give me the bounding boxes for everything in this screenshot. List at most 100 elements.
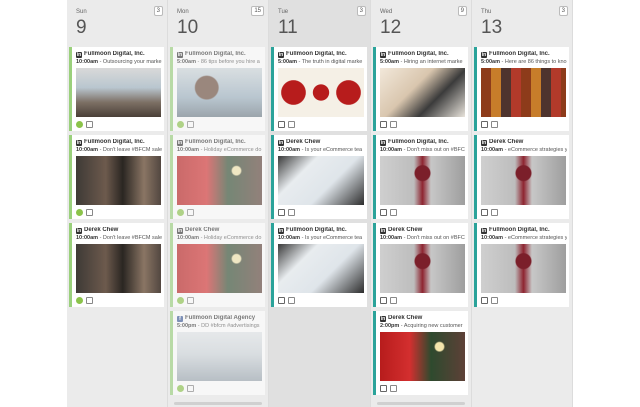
post-time: 10:00am [76, 59, 99, 65]
post-time: 10:00am [278, 235, 301, 241]
day-number: 10 [177, 17, 199, 38]
post-card[interactable]: in Fullmoon Digital, Inc. 10:00am - Is you… [271, 223, 367, 307]
account-name: Derek Chew [286, 139, 321, 145]
post-card[interactable]: in Fullmoon Digital, Inc. 10:00am - Holida… [170, 135, 265, 219]
post-count-badge[interactable]: 3 [153, 6, 163, 16]
image-icon [86, 209, 93, 216]
analytics-laptop-photo[interactable] [278, 156, 364, 205]
post-card[interactable]: in Fullmoon Digital, Inc. 5:00am - 86 tips… [170, 47, 265, 131]
account-name: Fullmoon Digital, Inc. [388, 139, 449, 145]
calendar-icon [278, 209, 285, 216]
monkeys-illustration[interactable] [278, 68, 364, 117]
day-header: Sun 9 3 [67, 0, 167, 44]
linkedin-icon: in [278, 228, 284, 234]
calendar-icon [481, 121, 488, 128]
post-card[interactable]: in Derek Chew 2:00pm - Acquiring new custo… [373, 311, 468, 395]
post-footer [177, 121, 194, 128]
post-text: - Holiday eCommerce do [200, 235, 262, 241]
post-card[interactable]: in Fullmoon Digital, Inc. 10:00am - Don't … [69, 135, 164, 219]
post-count-badge[interactable]: 15 [251, 6, 264, 16]
day-column-thu[interactable]: Thu 13 3 in Fullmoon Digital, Inc. 5:00am - H… [472, 0, 573, 407]
post-footer [380, 121, 397, 128]
post-card[interactable]: in Derek Chew 10:00am - Don't leave #BFCM … [69, 223, 164, 307]
post-preview: 10:00am - Holiday eCommerce do [177, 147, 263, 153]
day-column-mon[interactable]: Mon 10 15 in Fullmoon Digital, Inc. 5:00am - … [168, 0, 269, 407]
day-column-sun[interactable]: Sun 9 3 in Fullmoon Digital, Inc. 10:00am - O… [67, 0, 168, 407]
post-list: in Fullmoon Digital, Inc. 5:00am - The tru… [271, 47, 367, 311]
analytics-laptop-photo[interactable] [278, 244, 364, 293]
post-text: - eCommerce strategies y [504, 235, 567, 241]
account-name: Fullmoon Digital, Inc. [185, 139, 246, 145]
post-card[interactable]: in Derek Chew 10:00am - eCommerce strategi… [474, 135, 569, 219]
image-icon [187, 121, 194, 128]
post-card[interactable]: in Fullmoon Digital, Inc. 10:00am - Don't … [373, 135, 468, 219]
holiday-gifts-photo[interactable] [177, 244, 262, 293]
linkedin-icon: in [481, 52, 487, 58]
post-list: in Fullmoon Digital, Inc. 10:00am - Outsou… [69, 47, 164, 311]
account-name: Derek Chew [185, 227, 220, 233]
post-account: in Fullmoon Digital, Inc. [278, 51, 365, 58]
post-count-badge[interactable]: 3 [558, 6, 568, 16]
woman-laptop-photo[interactable] [380, 68, 465, 117]
day-column-tue[interactable]: Tue 11 3 in Fullmoon Digital, Inc. 5:00am - T… [269, 0, 371, 407]
post-account: in Derek Chew [76, 227, 162, 234]
post-card[interactable]: in Derek Chew 10:00am - Is your eCommerce … [271, 135, 367, 219]
account-name: Derek Chew [489, 139, 524, 145]
post-time: 5:00am [177, 59, 196, 65]
post-card[interactable]: in Fullmoon Digital, Inc. 10:00am - eComme… [474, 223, 569, 307]
post-text: - Holiday eCommerce do [200, 147, 262, 153]
image-icon [491, 209, 498, 216]
post-card[interactable]: f Fullmoon Digital Agency 5:00pm - DD #bfc… [170, 311, 265, 395]
post-card[interactable]: in Derek Chew 10:00am - Don't miss out on … [373, 223, 468, 307]
post-time: 5:00am [278, 59, 297, 65]
linkedin-icon: in [380, 228, 386, 234]
scroll-indicator[interactable] [174, 402, 262, 405]
post-text: - eCommerce strategies y [504, 147, 567, 153]
post-preview: 5:00am - The truth in digital marke [278, 59, 365, 65]
post-card[interactable]: in Derek Chew 10:00am - Holiday eCommerce … [170, 223, 265, 307]
linkedin-icon: in [76, 52, 82, 58]
holiday-gifts-photo[interactable] [380, 332, 465, 381]
laptop-dashboard-photo[interactable] [177, 332, 262, 381]
scroll-indicator[interactable] [377, 402, 465, 405]
shopper-photo[interactable] [481, 244, 566, 293]
calendar-icon [380, 209, 387, 216]
post-count-badge[interactable]: 3 [356, 6, 366, 16]
post-account: in Derek Chew [380, 315, 466, 322]
spices-photo[interactable] [481, 68, 566, 117]
post-text: - Don't miss out on #BFC [403, 235, 465, 241]
image-icon [288, 121, 295, 128]
day-header: Wed 12 9 [371, 0, 471, 44]
day-column-wed[interactable]: Wed 12 9 in Fullmoon Digital, Inc. 5:00am - H… [371, 0, 472, 407]
image-icon [390, 121, 397, 128]
shopper-photo[interactable] [481, 156, 566, 205]
team-photo[interactable] [76, 156, 161, 205]
post-time: 5:00am [481, 59, 500, 65]
shopper-photo[interactable] [380, 156, 465, 205]
post-card[interactable]: in Fullmoon Digital, Inc. 5:00am - Here ar… [474, 47, 569, 131]
shopper-photo[interactable] [380, 244, 465, 293]
post-preview: 10:00am - Don't miss out on #BFC [380, 235, 466, 241]
post-time: 10:00am [76, 235, 99, 241]
team-photo[interactable] [76, 244, 161, 293]
post-count-badge[interactable]: 9 [457, 6, 467, 16]
post-card[interactable]: in Fullmoon Digital, Inc. 5:00am - Hiring … [373, 47, 468, 131]
post-list: in Fullmoon Digital, Inc. 5:00am - Hiring … [373, 47, 468, 399]
post-account: in Fullmoon Digital, Inc. [481, 51, 567, 58]
account-name: Fullmoon Digital, Inc. [388, 51, 449, 57]
post-time: 5:00pm [177, 323, 197, 329]
post-footer [380, 297, 397, 304]
holiday-gifts-photo[interactable] [177, 156, 262, 205]
smiling-man-photo[interactable] [177, 68, 262, 117]
image-icon [86, 121, 93, 128]
meeting-photo[interactable] [76, 68, 161, 117]
post-card[interactable]: in Fullmoon Digital, Inc. 10:00am - Outsou… [69, 47, 164, 131]
image-icon [390, 209, 397, 216]
post-text: - The truth in digital marke [298, 59, 363, 65]
post-preview: 10:00am - Is your eCommerce tea [278, 147, 365, 153]
account-name: Fullmoon Digital, Inc. [84, 139, 145, 145]
post-list: in Fullmoon Digital, Inc. 5:00am - 86 tips… [170, 47, 265, 399]
post-text: - Hiring an internet marke [400, 59, 463, 65]
post-account: in Derek Chew [481, 139, 567, 146]
post-card[interactable]: in Fullmoon Digital, Inc. 5:00am - The tru… [271, 47, 367, 131]
